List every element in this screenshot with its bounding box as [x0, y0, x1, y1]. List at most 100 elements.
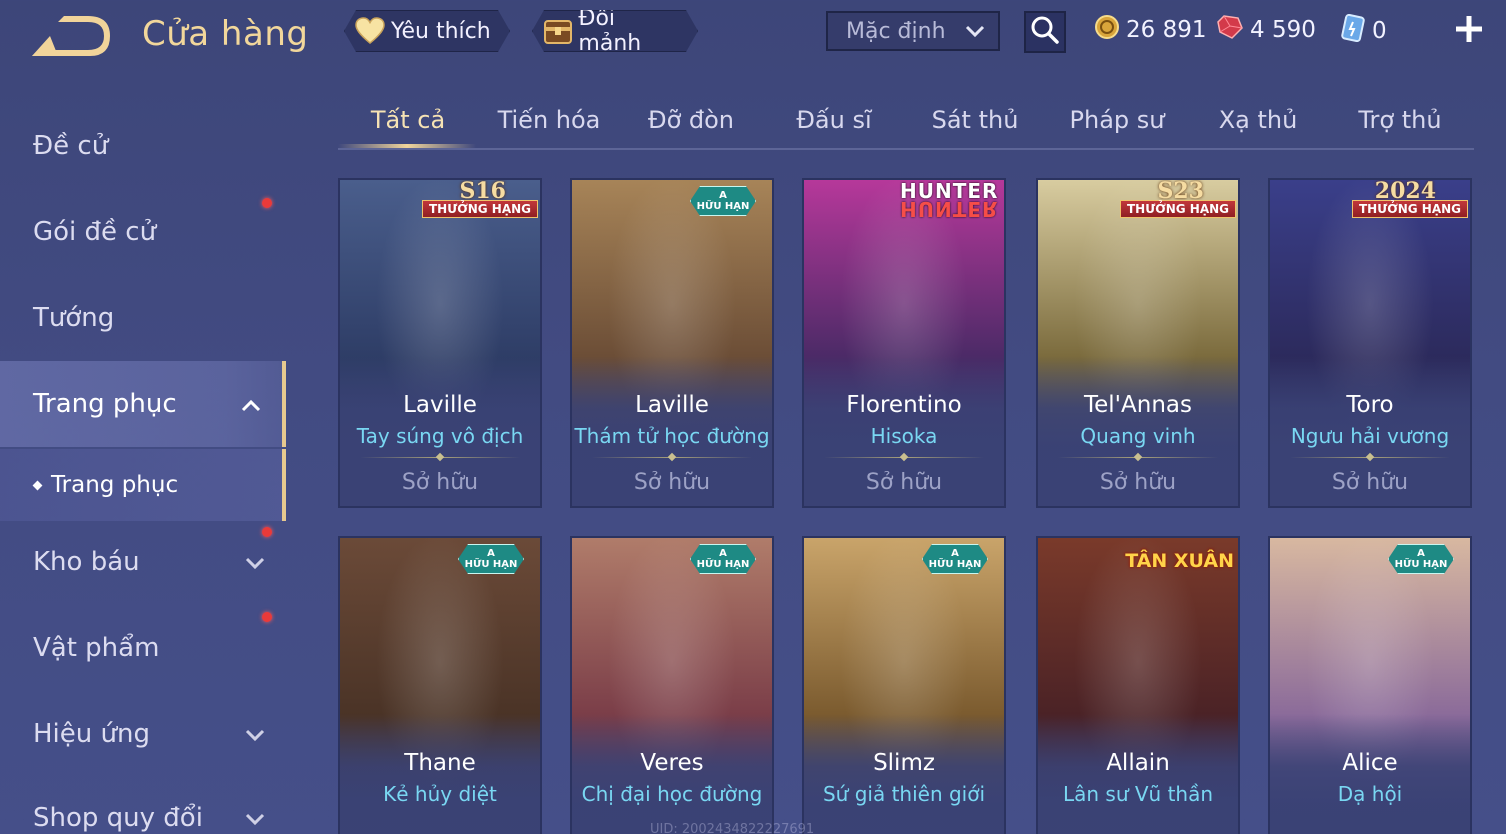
limited-badge: A HỮU HẠN [458, 544, 524, 574]
hero-name: Toro [1346, 392, 1394, 418]
skin-name: Quang vinh [1080, 424, 1196, 448]
limited-badge-grade: A [1417, 548, 1425, 559]
notification-dot [262, 198, 272, 208]
event-badge: TÂN XUÂN [1125, 550, 1234, 572]
skin-card[interactable]: 2024 THƯỞNG HẠNG Toro Ngưu hải vương Sở … [1268, 178, 1472, 508]
sort-value: Mặc định [846, 18, 946, 44]
skin-card[interactable]: A HỮU HẠN Thane Kẻ hủy diệt [338, 536, 542, 834]
page-title: Cửa hàng [142, 14, 309, 54]
uid-watermark: UID: 2002434822227691 [650, 822, 815, 834]
ruby-gem-icon [1216, 14, 1244, 46]
hero-name: Laville [635, 392, 709, 418]
rank-reward-badge: THƯỞNG HẠNG [1351, 200, 1468, 218]
hero-name: Tel'Annas [1084, 392, 1192, 418]
card-divider [592, 457, 752, 458]
ownership-status: Sở hữu [1099, 470, 1177, 495]
limited-badge-label: HỮU HẠN [696, 559, 750, 570]
hero-name: Alice [1342, 750, 1398, 776]
skin-name: Kẻ hủy diệt [383, 782, 497, 806]
sidebar-item-recommended[interactable]: Đề cử [0, 114, 286, 178]
skin-name: Dạ hội [1337, 782, 1403, 806]
skin-card[interactable]: S23 THƯỞNG HẠNG Tel'Annas Quang vinh Sở … [1036, 178, 1240, 508]
voucher-card-icon [1340, 13, 1366, 48]
tab-label: Pháp sư [1069, 106, 1165, 134]
tab-label: Tiến hóa [497, 106, 601, 134]
sidebar-item-effects[interactable]: Hiệu ứng [0, 702, 286, 766]
tab-all[interactable]: Tất cả [338, 106, 478, 134]
tab-mage[interactable]: Pháp sư [1047, 106, 1187, 134]
sidebar-item-label: Trang phục [33, 389, 177, 419]
sidebar-item-heroes[interactable]: Tướng [0, 286, 286, 350]
ownership-status: Sở hữu [1331, 470, 1409, 495]
exchange-shards-button[interactable]: Đổi mảnh [532, 10, 698, 52]
sidebar-item-label: Vật phẩm [33, 633, 160, 663]
gold-balance: 26 891 [1094, 14, 1206, 46]
hero-name: Veres [640, 750, 704, 776]
favorites-label: Yêu thích [391, 18, 491, 44]
skin-card[interactable]: A HỮU HẠN Slimz Sứ giả thiên giới [802, 536, 1006, 834]
card-divider [360, 457, 520, 458]
search-button[interactable] [1024, 11, 1066, 53]
skin-card[interactable]: S16 THƯỞNG HẠNG Laville Tay súng vô địch… [338, 178, 542, 508]
tab-marksman[interactable]: Xạ thủ [1188, 106, 1328, 134]
sidebar-item-label: Đề cử [33, 131, 109, 161]
hero-name: Thane [404, 750, 476, 776]
hero-name: Slimz [873, 750, 935, 776]
skin-card[interactable]: A HỮU HẠN Alice Dạ hội [1268, 536, 1472, 834]
sort-dropdown[interactable]: Mặc định [826, 11, 1000, 51]
skin-name: Ngưu hải vương [1290, 424, 1450, 448]
limited-badge-grade: A [719, 548, 727, 559]
sidebar-item-treasure[interactable]: Kho báu [0, 530, 286, 594]
gold-amount: 26 891 [1126, 17, 1207, 43]
chevron-down-icon [244, 806, 266, 834]
back-arrow-icon[interactable] [28, 14, 112, 62]
skin-name: Lân sư Vũ thần [1062, 782, 1214, 806]
limited-badge: A HỮU HẠN [690, 186, 756, 216]
category-tabs: Tất cả Tiến hóa Đỡ đòn Đấu sĩ Sát thủ Ph… [338, 96, 1474, 150]
sidebar-item-skins[interactable]: Trang phục [0, 361, 286, 447]
sidebar-item-exchange-shop[interactable]: Shop quy đổi [0, 786, 286, 834]
ownership-status: Sở hữu [633, 470, 711, 495]
voucher-balance: 0 [1340, 13, 1387, 48]
card-divider [1058, 457, 1218, 458]
collab-badge: HUNTER HUNTER [900, 181, 998, 221]
hero-name: Allain [1106, 750, 1170, 776]
sidebar-item-items[interactable]: Vật phẩm [0, 616, 286, 680]
tab-assassin[interactable]: Sát thủ [905, 106, 1045, 134]
skin-card[interactable]: A HỮU HẠN Veres Chị đại học đường [570, 536, 774, 834]
tab-fighter[interactable]: Đấu sĩ [764, 106, 904, 134]
tab-label: Xạ thủ [1218, 106, 1298, 134]
skin-name: Hisoka [870, 424, 938, 448]
favorites-button[interactable]: Yêu thích [344, 10, 510, 52]
limited-badge-label: HỮU HẠN [464, 559, 518, 570]
limited-badge: A HỮU HẠN [1388, 544, 1454, 574]
tab-evolution[interactable]: Tiến hóa [479, 106, 619, 134]
gold-coin-icon [1094, 14, 1120, 46]
chevron-down-icon [244, 722, 266, 752]
ruby-amount: 4 590 [1250, 17, 1316, 43]
hero-name: Florentino [846, 392, 962, 418]
ownership-status: Sở hữu [401, 470, 479, 495]
search-icon [1030, 15, 1060, 49]
sidebar-item-label: Kho báu [33, 547, 140, 577]
exchange-label: Đổi mảnh [578, 6, 642, 56]
skin-name: Tay súng vô địch [356, 424, 524, 448]
sidebar-subitem-skins[interactable]: Trang phục [0, 449, 286, 521]
sidebar-item-label: Hiệu ứng [33, 719, 150, 749]
hero-name: Laville [403, 392, 477, 418]
skin-card[interactable]: HUNTER HUNTER Florentino Hisoka Sở hữu [802, 178, 1006, 508]
sidebar-item-label: Gói đề cử [33, 217, 157, 247]
tab-tank[interactable]: Đỡ đòn [621, 106, 761, 134]
ruby-balance: 4 590 [1216, 14, 1316, 46]
tab-label: Trợ thủ [1358, 106, 1442, 134]
tab-support[interactable]: Trợ thủ [1330, 106, 1470, 134]
tab-label: Tất cả [370, 106, 446, 134]
rank-reward-badge: THƯỞNG HẠNG [1119, 200, 1236, 218]
treasure-chest-icon [541, 14, 574, 48]
skin-card[interactable]: A HỮU HẠN Laville Thám tử học đường Sở hữ… [570, 178, 774, 508]
skin-name: Sứ giả thiên giới [822, 782, 986, 806]
limited-badge-label: HỮU HẠN [1394, 559, 1448, 570]
add-currency-icon[interactable] [1452, 12, 1486, 46]
skin-card[interactable]: TÂN XUÂN Allain Lân sư Vũ thần [1036, 536, 1240, 834]
sidebar-item-recommended-packs[interactable]: Gói đề cử [0, 200, 286, 264]
